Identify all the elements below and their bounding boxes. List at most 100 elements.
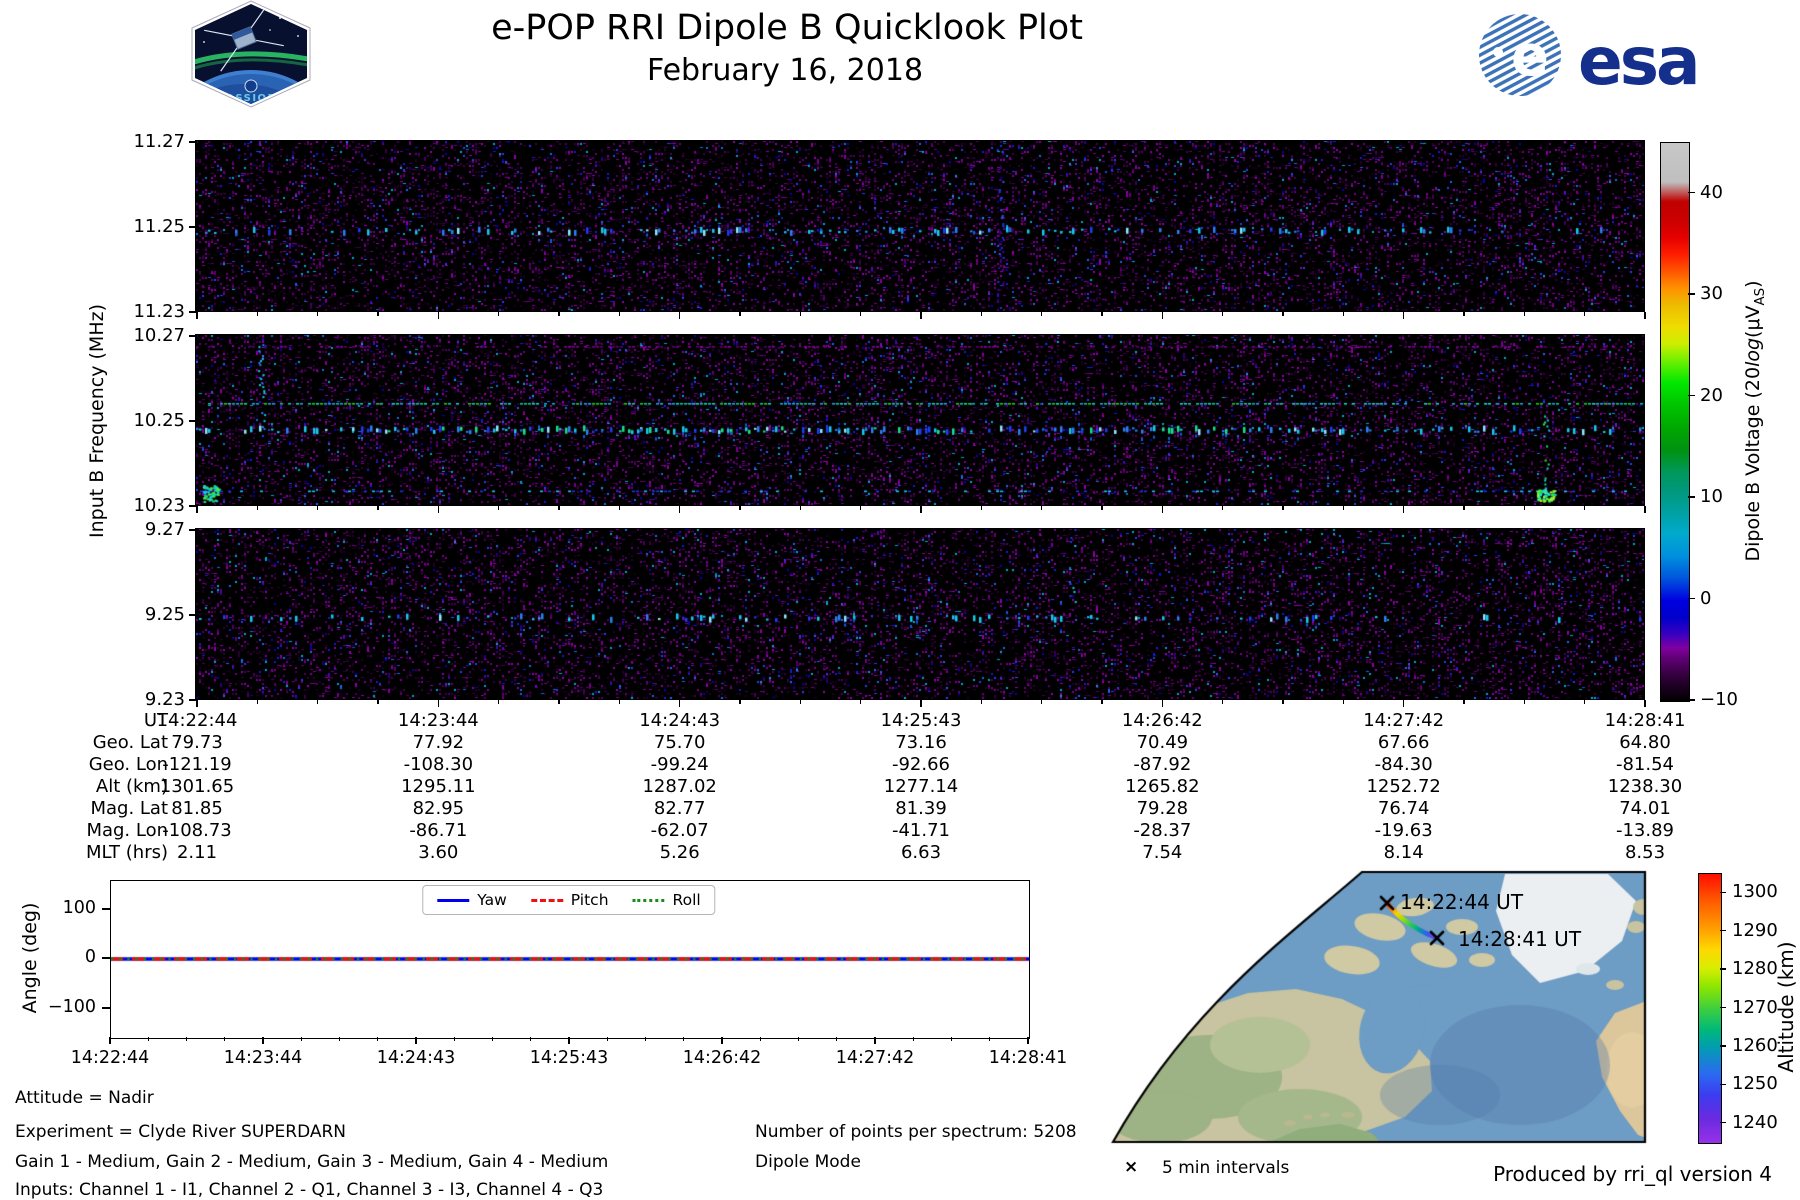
alt-cbar-tick-label: 1280: [1732, 958, 1778, 980]
angle-x-minor-tick: [147, 1037, 149, 1041]
y-tick-label-band-9MHz: 9.25: [144, 604, 185, 625]
alt-cbar-tick-label: 1250: [1732, 1073, 1778, 1095]
x-minor-tick-band-11MHz: [1040, 312, 1043, 316]
x-minor-tick-band-9MHz: [1101, 700, 1103, 704]
track-end-time-label: 14:28:41 UT: [1458, 927, 1582, 951]
angle-x-minor-tick: [606, 1037, 608, 1041]
alt-cbar-tick-label: 1260: [1732, 1034, 1778, 1056]
ephemeris-cell: 73.16: [895, 732, 947, 753]
x-minor-tick-band-10MHz: [497, 506, 500, 510]
x-minor-tick-band-9MHz: [1040, 700, 1043, 704]
voltage-cbar-tick-label: 30: [1700, 283, 1723, 305]
x-minor-tick-band-11MHz: [739, 312, 741, 316]
angle-x-tick-label: 14:26:42: [682, 1048, 762, 1068]
ephemeris-cell: 81.85: [171, 798, 223, 819]
x-major-tick-band-10MHz: [920, 506, 922, 513]
x-minor-tick-band-10MHz: [377, 506, 379, 510]
angle-x-minor-tick: [683, 1037, 685, 1041]
x-minor-tick-band-11MHz: [1583, 312, 1586, 316]
y-tick-band-10MHz: [189, 335, 197, 337]
altitude-colorbar: [1698, 873, 1722, 1144]
angle-x-tick-label: 14:27:42: [835, 1048, 915, 1068]
gains-note: Gain 1 - Medium, Gain 2 - Medium, Gain 3…: [15, 1152, 609, 1172]
ephemeris-cell: 14:27:42: [1363, 710, 1445, 731]
voltage-cbar-tick: [1688, 192, 1695, 194]
x-minor-tick-band-11MHz: [980, 312, 983, 316]
x-major-tick-band-9MHz: [678, 700, 681, 707]
angle-x-minor-tick: [453, 1037, 455, 1041]
angle-x-minor-tick: [912, 1037, 914, 1041]
angle-y-tick: [102, 957, 110, 959]
x-minor-tick-band-11MHz: [618, 312, 621, 316]
alt-cbar-tick: [1720, 929, 1726, 932]
x-major-tick-band-11MHz: [1161, 312, 1164, 319]
legend-solid-line-icon: [437, 898, 470, 902]
ephemeris-cell: -28.37: [1133, 820, 1192, 841]
x-minor-tick-band-11MHz: [1463, 312, 1465, 316]
x-major-tick-band-9MHz: [196, 700, 198, 707]
x-minor-tick-band-9MHz: [1463, 700, 1465, 704]
ephemeris-cell: 1238.30: [1607, 776, 1683, 797]
x-major-tick-band-10MHz: [437, 506, 440, 513]
x-major-tick-band-10MHz: [1402, 506, 1405, 513]
x-minor-tick-band-10MHz: [1583, 506, 1586, 510]
ephemeris-cell: 82.95: [412, 798, 465, 819]
y-tick-band-11MHz: [189, 141, 197, 143]
ephemeris-cell: 79.28: [1136, 798, 1189, 819]
angle-y-tick: [102, 1007, 110, 1009]
ground-track-map: [960, 865, 1650, 1147]
x-major-tick-band-10MHz: [678, 506, 681, 513]
x-minor-tick-band-9MHz: [558, 700, 560, 704]
x-minor-tick-band-9MHz: [1583, 700, 1586, 704]
altitude-colorbar-label: Altitude (km): [1774, 941, 1798, 1073]
spectrogram-y-axis-label: Input B Frequency (MHz): [86, 304, 108, 538]
esa-wordmark: esa: [1578, 23, 1698, 98]
dipole-mode-note: Dipole Mode: [755, 1152, 861, 1172]
voltage-cbar-tick-label: 40: [1700, 181, 1723, 203]
x-minor-tick-band-11MHz: [1282, 312, 1284, 316]
y-tick-label-band-10MHz: 10.27: [133, 325, 185, 346]
x-major-tick-band-10MHz: [1161, 506, 1164, 513]
x-minor-tick-band-10MHz: [256, 506, 259, 510]
angle-x-minor-tick: [797, 1037, 800, 1041]
y-tick-label-band-11MHz: 11.25: [133, 216, 185, 237]
angle-x-tick-label: 14:24:43: [376, 1048, 456, 1068]
interval-marker-glyph: ×: [1124, 1157, 1139, 1177]
x-minor-tick-band-10MHz: [859, 506, 862, 510]
legend-label: Roll: [672, 891, 701, 909]
ephemeris-cell: 2.11: [176, 842, 218, 863]
x-minor-tick-band-11MHz: [377, 312, 379, 316]
x-minor-tick-band-11MHz: [1523, 312, 1526, 316]
voltage-cbar-tick-label: 0: [1700, 587, 1712, 609]
ephemeris-cell: 1277.14: [883, 776, 959, 797]
angle-x-minor-tick: [300, 1037, 302, 1041]
ephemeris-cell: -13.89: [1615, 820, 1675, 841]
y-tick-band-9MHz: [189, 614, 197, 616]
ephemeris-cell: 67.66: [1377, 732, 1430, 753]
x-major-tick-band-11MHz: [920, 312, 922, 319]
alt-cbar-tick-label: 1240: [1732, 1111, 1778, 1133]
ephemeris-cell: 5.26: [659, 842, 700, 863]
voltage-colorbar: [1660, 142, 1690, 702]
quicklook-figure: { "header": { "title": "e-POP RRI Dipole…: [0, 0, 1800, 1200]
x-major-tick-band-11MHz: [1402, 312, 1405, 319]
x-minor-tick-band-11MHz: [316, 312, 319, 316]
x-minor-tick-band-10MHz: [1282, 506, 1284, 510]
ephemeris-cell: -41.71: [891, 820, 951, 841]
x-major-tick-band-11MHz: [437, 312, 440, 319]
angle-y-tick-label: 100: [62, 898, 96, 918]
figure-date: February 16, 2018: [646, 53, 924, 88]
y-tick-label-band-10MHz: 10.23: [133, 495, 185, 516]
legend-label: Yaw: [477, 891, 507, 909]
ephemeris-cell: 76.74: [1377, 798, 1430, 819]
colorbar-label-mid: (μV: [1742, 305, 1765, 338]
ephemeris-cell: 8.53: [1624, 842, 1666, 863]
x-minor-tick-band-9MHz: [1523, 700, 1526, 704]
voltage-cbar-tick: [1688, 394, 1695, 397]
legend-dotted-line-icon: [632, 898, 665, 902]
x-minor-tick-band-9MHz: [377, 700, 379, 704]
angle-x-major-tick: [874, 1037, 876, 1044]
track-start-time-label: 14:22:44 UT: [1400, 890, 1524, 914]
x-major-tick-band-9MHz: [1161, 700, 1164, 707]
x-major-tick-band-10MHz: [196, 506, 198, 513]
